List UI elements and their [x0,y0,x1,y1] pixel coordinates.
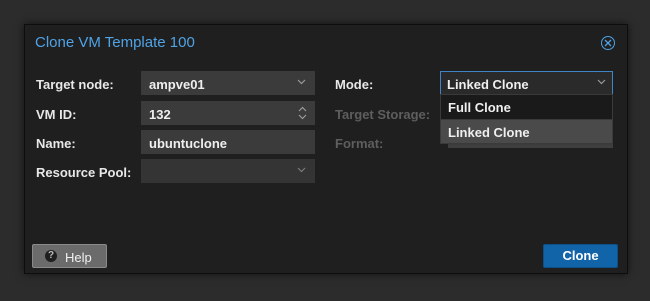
name-value: ubuntuclone [149,136,227,151]
help-button-label: Help [65,250,92,265]
clone-dialog: Clone VM Template 100 Target node: ampve… [24,24,628,274]
name-label: Name: [36,136,76,151]
resource-pool-label: Resource Pool: [36,165,132,180]
target-storage-label: Target Storage: [335,107,431,122]
mode-select[interactable]: Linked Clone [440,71,613,95]
chevron-down-icon [297,79,306,85]
mode-option-linked-clone[interactable]: Linked Clone [441,119,612,143]
close-icon[interactable] [601,36,615,50]
mode-option-full-clone[interactable]: Full Clone [441,95,612,119]
target-node-select[interactable]: ampve01 [141,71,315,95]
resource-pool-select[interactable] [141,159,315,183]
name-field[interactable]: ubuntuclone [141,130,315,154]
vm-id-field[interactable]: 132 [141,101,315,125]
target-node-value: ampve01 [149,77,205,92]
vm-id-value: 132 [149,107,171,122]
chevron-down-icon [597,79,606,85]
question-circle-icon: ? [45,250,57,262]
clone-button[interactable]: Clone [543,244,618,268]
mode-label: Mode: [335,77,374,92]
mode-value: Linked Clone [447,77,529,92]
mode-dropdown-list: Full Clone Linked Clone [440,94,613,144]
dialog-title: Clone VM Template 100 [35,34,195,51]
chevron-down-icon [297,167,306,173]
spinner-icon[interactable] [298,106,307,120]
help-button[interactable]: ? Help [32,244,107,268]
target-node-label: Target node: [36,77,114,92]
format-label: Format: [335,136,384,151]
vm-id-label: VM ID: [36,107,77,122]
